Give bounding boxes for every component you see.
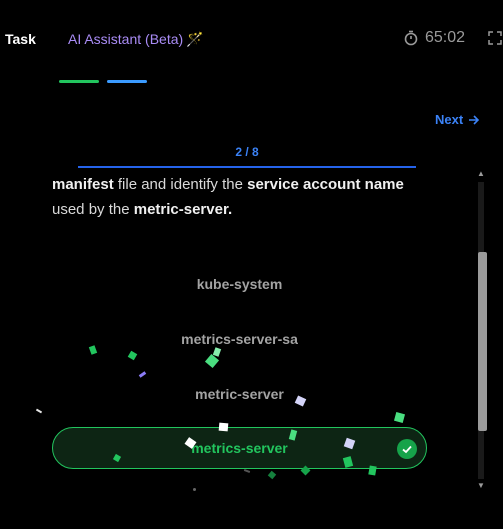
confetti-piece xyxy=(35,408,43,414)
question-counter: 2 / 8 xyxy=(235,145,259,159)
step-indicator-current xyxy=(107,80,147,83)
check-circle-icon xyxy=(397,439,417,459)
answer-option[interactable]: metrics-server-sa xyxy=(52,318,427,360)
answer-option-selected[interactable]: metrics-server xyxy=(52,427,427,469)
confetti-piece xyxy=(193,488,196,491)
answer-option[interactable]: kube-system xyxy=(52,263,427,305)
answer-option-label: metrics-server xyxy=(191,440,288,456)
question-keyword: metric-server. xyxy=(133,201,233,218)
question-text: manifest file and identify the service a… xyxy=(52,172,432,222)
scrollbar[interactable]: ▲ ▼ xyxy=(474,168,488,493)
stopwatch-icon xyxy=(404,30,418,46)
answer-option-label: metric-server xyxy=(195,386,284,402)
confetti-piece xyxy=(267,470,277,480)
scrollbar-thumb[interactable] xyxy=(478,252,487,431)
tab-ai-assistant[interactable]: AI Assistant (Beta) 🪄 xyxy=(68,31,204,48)
question-fragment: used by the xyxy=(52,201,134,218)
tab-task[interactable]: Task xyxy=(5,31,36,47)
question-keyword: service account name xyxy=(247,176,404,193)
next-button[interactable]: Next xyxy=(435,112,480,127)
top-bar: Task AI Assistant (Beta) 🪄 65:02 xyxy=(0,0,503,83)
arrow-right-icon xyxy=(469,114,480,125)
question-progress-line xyxy=(78,166,416,168)
question-keyword: manifest xyxy=(52,176,114,193)
scroll-up-arrow-icon[interactable]: ▲ xyxy=(476,170,486,178)
expand-icon[interactable] xyxy=(488,31,502,45)
timer: 65:02 xyxy=(403,29,465,47)
answer-option[interactable]: metric-server xyxy=(52,373,427,415)
next-button-label: Next xyxy=(435,112,464,127)
answer-option-label: kube-system xyxy=(196,276,283,292)
confetti-piece xyxy=(243,469,251,473)
timer-value: 65:02 xyxy=(425,29,466,46)
magic-wand-icon: 🪄 xyxy=(186,31,204,47)
answer-option-label: metrics-server-sa xyxy=(181,331,298,347)
scroll-down-arrow-icon[interactable]: ▼ xyxy=(476,482,486,490)
tab-ai-assistant-label: AI Assistant (Beta) xyxy=(68,31,184,47)
step-indicator-complete xyxy=(59,80,99,83)
question-fragment: file and identify the xyxy=(113,176,248,193)
